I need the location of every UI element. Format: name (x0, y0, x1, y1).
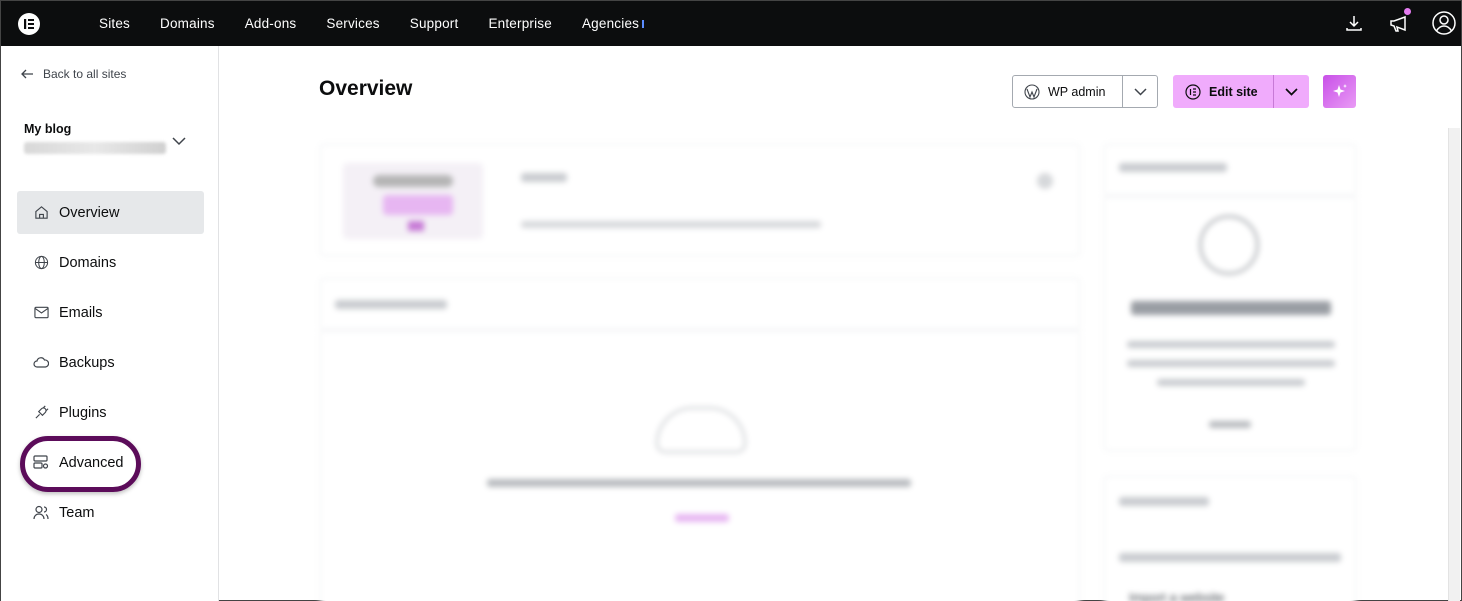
edit-site-button-group: Edit site (1173, 75, 1309, 108)
back-link-label: Back to all sites (43, 67, 127, 81)
sidebar-item-emails[interactable]: Emails (17, 291, 204, 334)
site-url-blurred (24, 142, 166, 154)
sidebar-item-team[interactable]: Team (17, 491, 204, 534)
notification-dot (1404, 8, 1411, 15)
sidebar-item-label: Plugins (59, 404, 107, 421)
main-content: Overview WP admin Edit site Import a web… (220, 46, 1461, 601)
nav-add-ons[interactable]: Add-ons (230, 16, 312, 31)
wordpress-icon (1024, 83, 1040, 100)
arrow-left-icon (21, 69, 33, 79)
back-to-all-sites-link[interactable]: Back to all sites (21, 67, 126, 81)
recent-tools-header (320, 278, 1080, 330)
site-thumbnail (343, 163, 483, 239)
sidebar-item-overview[interactable]: Overview (17, 191, 204, 234)
nav-services[interactable]: Services (311, 16, 394, 31)
server-gear-icon (33, 455, 49, 471)
vertical-scrollbar[interactable] (1448, 128, 1460, 601)
download-icon[interactable] (1343, 12, 1365, 34)
sidebar-item-label: Advanced (59, 454, 124, 471)
edit-site-dropdown[interactable] (1273, 75, 1309, 108)
staging-tools-card: Import a website (1104, 476, 1356, 601)
edit-site-button[interactable]: Edit site (1173, 75, 1273, 108)
megaphone-icon[interactable] (1387, 8, 1411, 34)
sidebar-item-backups[interactable]: Backups (17, 341, 204, 384)
launch-site-card (1104, 196, 1356, 451)
site-sidebar: Back to all sites My blog Overview Domai… (1, 46, 219, 601)
nav-agencies[interactable]: Agencies (567, 16, 654, 31)
sidebar-item-advanced[interactable]: Advanced (17, 441, 204, 484)
ai-assistant-button[interactable] (1323, 75, 1356, 108)
site-name: My blog (24, 122, 72, 136)
top-navigation-bar: Sites Domains Add-ons Services Support E… (1, 1, 1461, 46)
plug-icon (33, 405, 49, 421)
sidebar-item-plugins[interactable]: Plugins (17, 391, 204, 434)
elementor-logo-icon[interactable] (18, 13, 40, 35)
sidebar-item-label: Team (59, 504, 95, 521)
nav-sites[interactable]: Sites (84, 16, 145, 31)
users-icon (33, 505, 49, 521)
launch-site-header (1104, 144, 1356, 196)
sparkle-icon (1332, 83, 1347, 97)
recent-tools-card (320, 330, 1080, 601)
sidebar-item-label: Domains (59, 254, 117, 271)
page-title: Overview (319, 77, 413, 100)
chevron-down-icon (1285, 87, 1298, 96)
nav-enterprise[interactable]: Enterprise (473, 16, 567, 31)
edit-site-label: Edit site (1209, 84, 1258, 99)
nav-domains[interactable]: Domains (145, 16, 230, 31)
mail-icon (33, 305, 49, 321)
user-icon[interactable] (1432, 11, 1456, 35)
sidebar-item-label: Emails (59, 304, 103, 321)
top-nav-menu: Sites Domains Add-ons Services Support E… (84, 1, 645, 46)
wp-admin-label: WP admin (1048, 84, 1106, 99)
sidebar-item-label: Overview (59, 204, 120, 221)
nav-overflow-indicator (642, 19, 645, 28)
site-preview-card (320, 144, 1080, 256)
sidebar-item-label: Backups (59, 354, 115, 371)
site-menu: Overview Domains Emails Backups Plugins (17, 191, 204, 541)
home-icon (33, 205, 49, 221)
globe-icon (33, 255, 49, 271)
sidebar-item-domains[interactable]: Domains (17, 241, 204, 284)
import-website-link[interactable]: Import a website (1129, 590, 1224, 601)
wp-admin-button[interactable]: WP admin (1013, 76, 1122, 107)
elementor-icon (1185, 83, 1201, 100)
cloud-icon (33, 355, 49, 371)
chevron-down-icon[interactable] (172, 133, 186, 151)
wp-admin-dropdown[interactable] (1122, 76, 1157, 107)
nav-support[interactable]: Support (395, 16, 474, 31)
wp-admin-button-group: WP admin (1012, 75, 1158, 108)
chevron-down-icon (1134, 87, 1147, 96)
